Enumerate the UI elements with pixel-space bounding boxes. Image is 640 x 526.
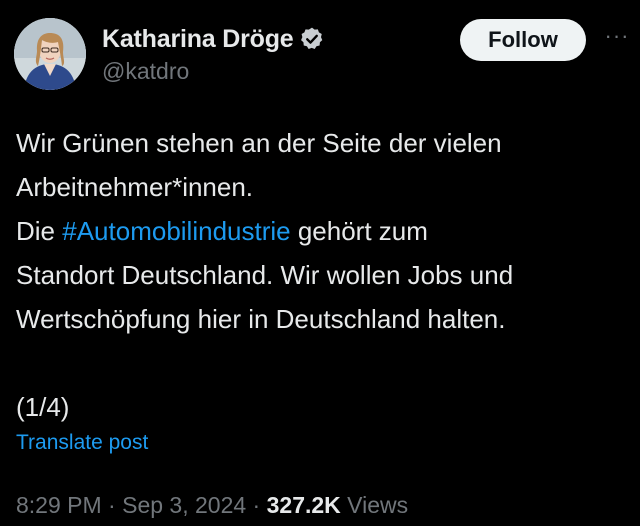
views-count[interactable]: 327.2K <box>267 492 341 518</box>
follow-button[interactable]: Follow <box>460 19 586 61</box>
meta-separator: · <box>246 492 267 518</box>
hashtag-link[interactable]: #Automobilindustrie <box>62 216 290 246</box>
meta-separator: · <box>101 492 123 518</box>
translate-post-link[interactable]: Translate post <box>16 431 148 455</box>
post-text-line: Standort Deutschland. Wir wollen Jobs un… <box>16 260 514 290</box>
post-card: Katharina Dröge @katdro Follow ··· Wir G… <box>0 0 640 526</box>
post-text: Wir Grünen stehen an der Seite der viele… <box>16 121 626 429</box>
author-name[interactable]: Katharina Dröge <box>102 25 294 54</box>
post-text-line: Die #Automobilindustrie gehört zum <box>16 209 626 253</box>
thread-marker: (1/4) <box>16 392 70 422</box>
views-label: Views <box>340 492 409 518</box>
author-handle[interactable]: @katdro <box>102 58 189 85</box>
post-meta: 8:29 PM · Sep 3, 2024 · 327.2K Views <box>16 492 408 519</box>
post-text-spacer <box>16 341 626 385</box>
avatar[interactable] <box>14 18 86 90</box>
post-text-line: Wertschöpfung hier in Deutschland halten… <box>16 304 506 334</box>
post-time[interactable]: 8:29 PM <box>16 492 102 518</box>
post-text-line: Arbeitnehmer*innen. <box>16 172 254 202</box>
author-name-row: Katharina Dröge <box>102 22 325 56</box>
verified-badge-icon <box>301 27 323 49</box>
avatar-image <box>14 18 86 90</box>
more-horizontal-icon[interactable]: ··· <box>598 25 636 52</box>
post-date[interactable]: Sep 3, 2024 <box>122 492 246 518</box>
post-text-segment: Die <box>16 216 63 246</box>
post-text-line: Wir Grünen stehen an der Seite der viele… <box>16 128 502 158</box>
post-text-segment: gehört zum <box>290 216 428 246</box>
